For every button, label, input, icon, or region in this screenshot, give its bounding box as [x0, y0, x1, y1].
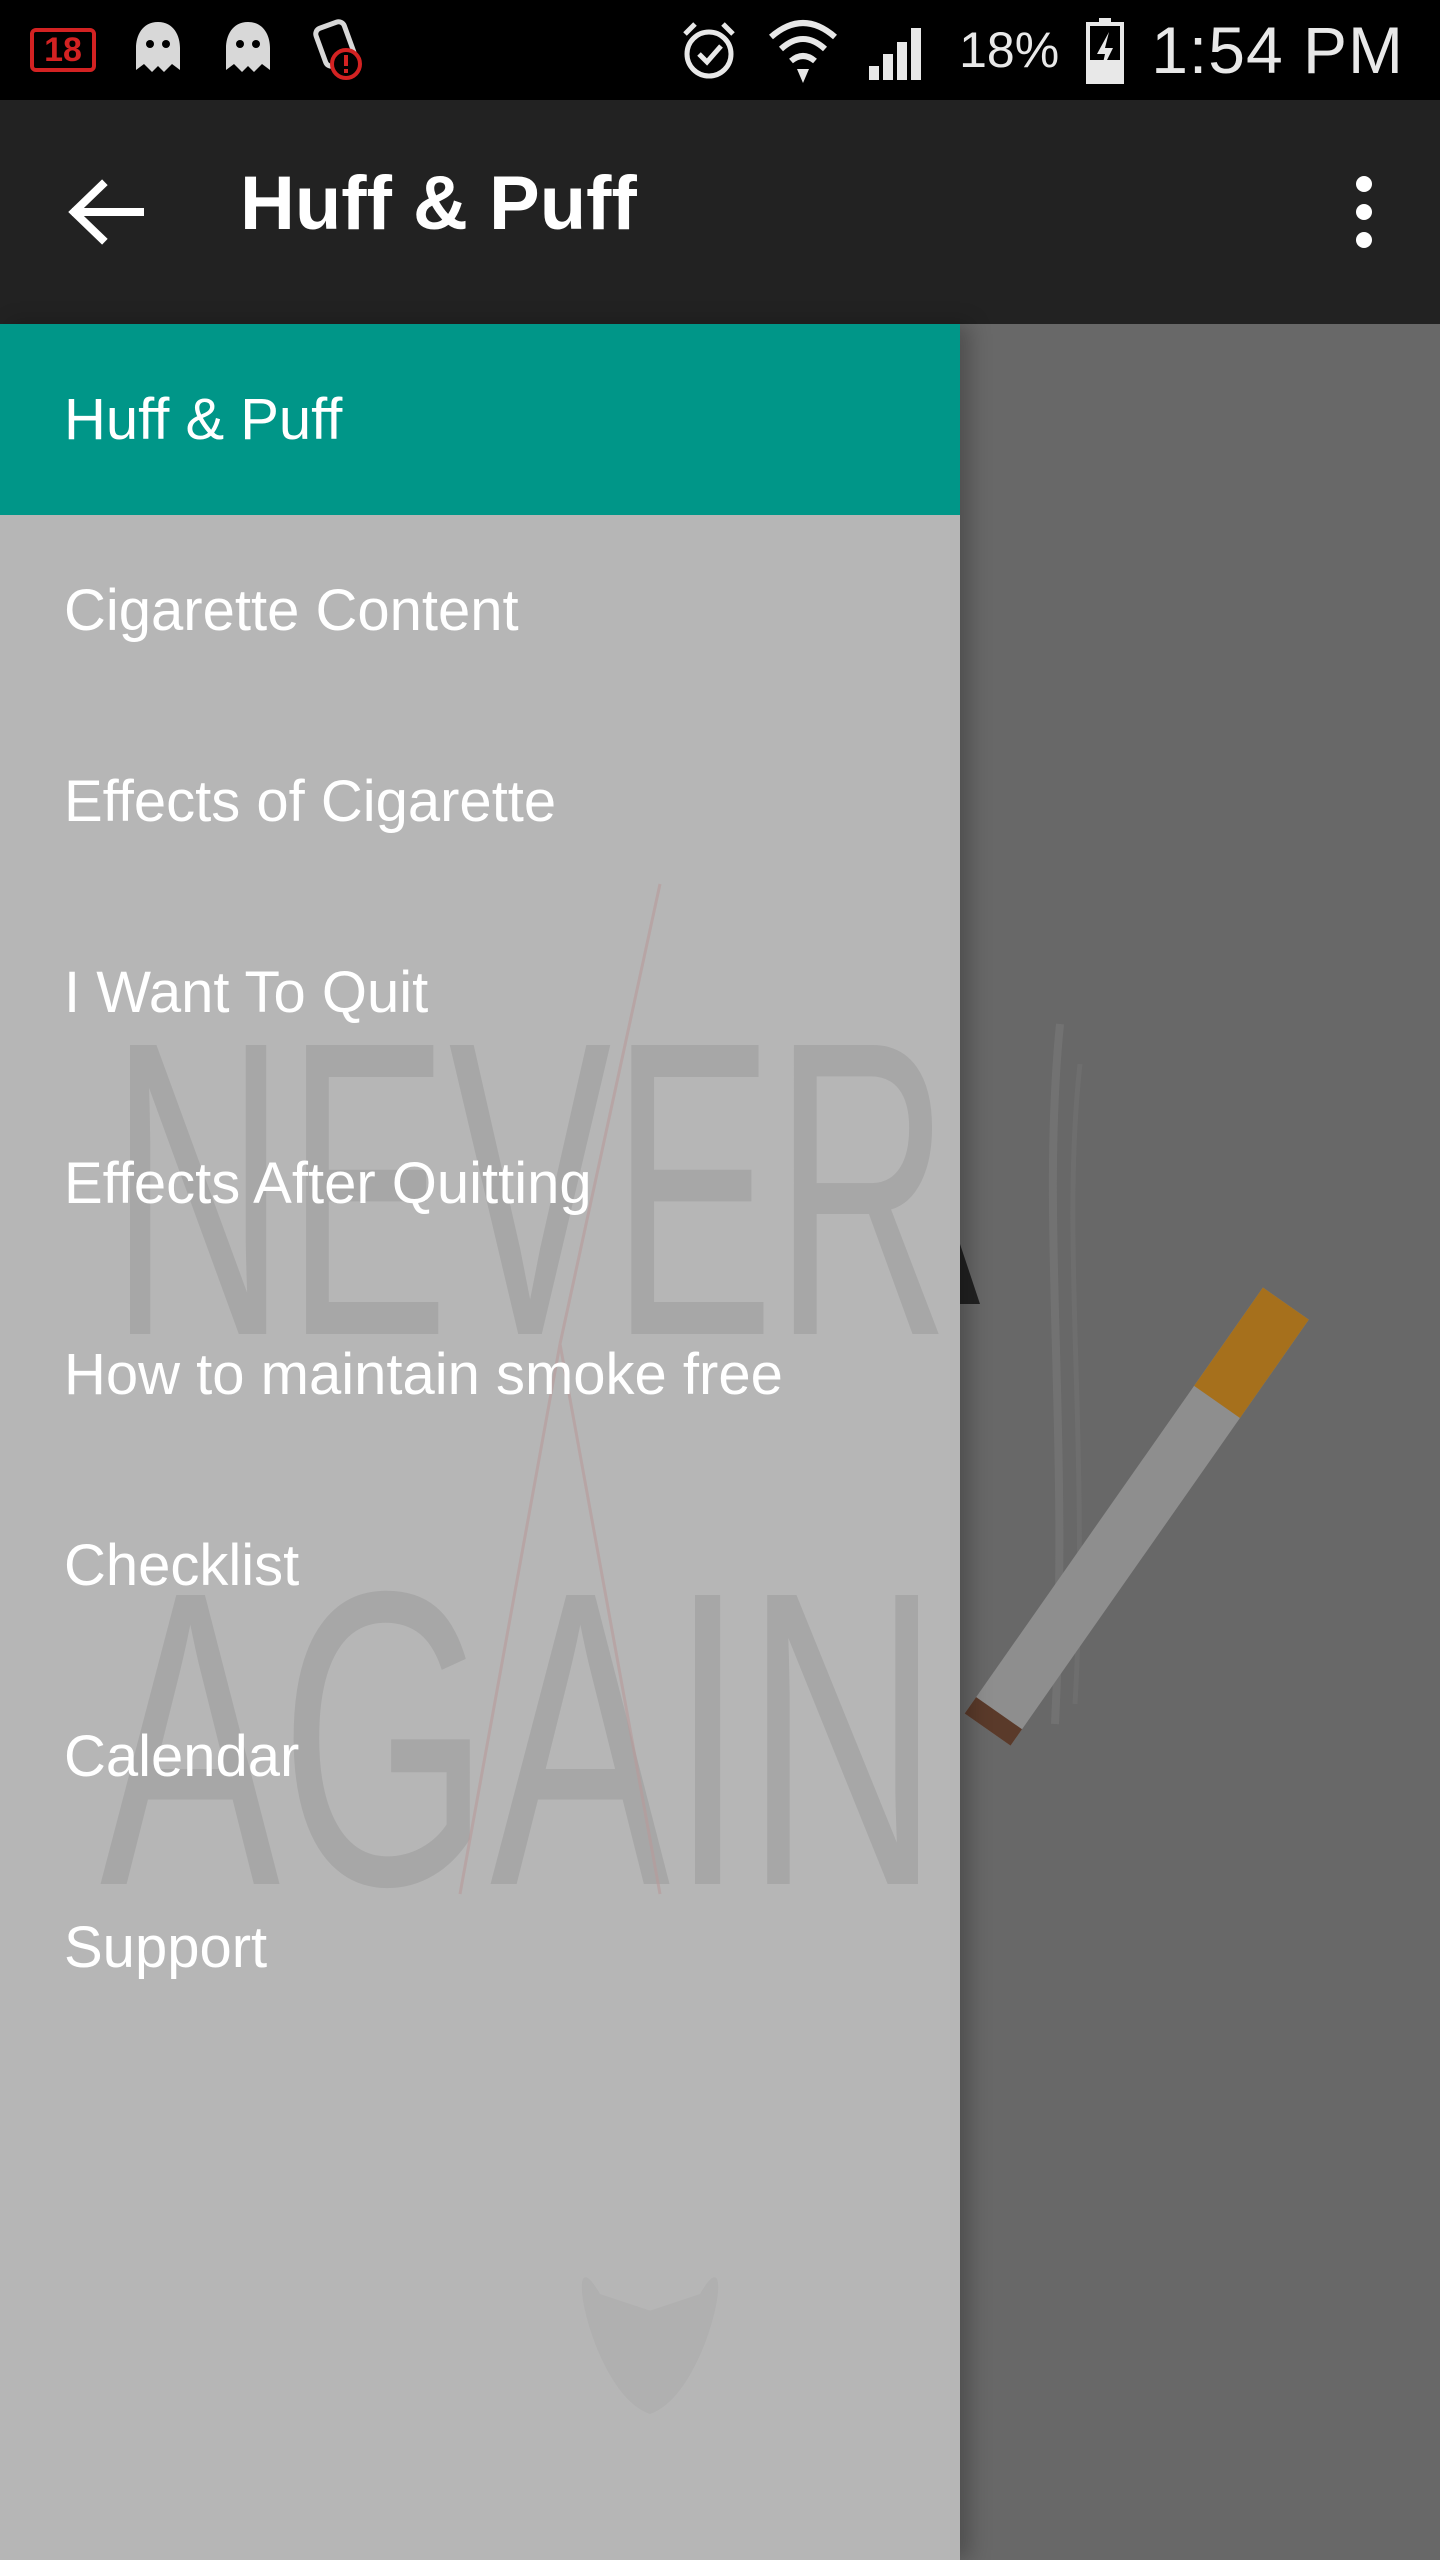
drawer-item-i-want-to-quit[interactable]: I Want To Quit — [0, 897, 960, 1088]
ghost-icon — [130, 18, 186, 82]
alarm-icon — [677, 18, 741, 82]
drawer-item-checklist[interactable]: Checklist — [0, 1470, 960, 1661]
ghost-icon — [220, 18, 276, 82]
notification-badge-icon: 18 — [30, 28, 96, 72]
cigarette-image — [960, 1023, 1309, 1746]
app-bar: Huff & Puff — [0, 100, 1440, 324]
signal-icon — [865, 18, 933, 82]
more-vert-icon — [1356, 176, 1372, 192]
drawer-menu: Huff & Puff Cigarette Content Effects of… — [0, 324, 960, 2043]
battery-charging-icon — [1085, 16, 1125, 84]
status-bar-notifications: 18 — [30, 18, 370, 82]
status-time: 1:54 PM — [1151, 13, 1404, 87]
arrow-back-icon — [68, 179, 144, 245]
drawer-item-calendar[interactable]: Calendar — [0, 1661, 960, 1852]
battery-percent: 18% — [959, 22, 1060, 78]
wifi-icon — [767, 15, 839, 85]
status-bar-system: 18% 1:54 PM — [677, 0, 1404, 100]
drawer-item-effects-after-quitting[interactable]: Effects After Quitting — [0, 1088, 960, 1279]
drawer-item-effects-of-cigarette[interactable]: Effects of Cigarette — [0, 706, 960, 897]
page-title: Huff & Puff — [240, 161, 637, 246]
drawer-item-cigarette-content[interactable]: Cigarette Content — [0, 515, 960, 706]
status-bar: 18 18% 1:54 PM — [0, 0, 1440, 100]
main-content-scrim[interactable] — [960, 324, 1440, 2560]
warning-app-icon — [310, 18, 370, 82]
navigation-drawer: NEVER AGAIN Huff & Puff Cigarette Conten… — [0, 324, 960, 2560]
back-button[interactable] — [68, 172, 158, 252]
drawer-item-huff-puff[interactable]: Huff & Puff — [0, 324, 960, 515]
more-options-button[interactable] — [1344, 176, 1384, 248]
drawer-item-maintain-smoke-free[interactable]: How to maintain smoke free — [0, 1279, 960, 1470]
drawer-item-support[interactable]: Support — [0, 1852, 960, 2043]
